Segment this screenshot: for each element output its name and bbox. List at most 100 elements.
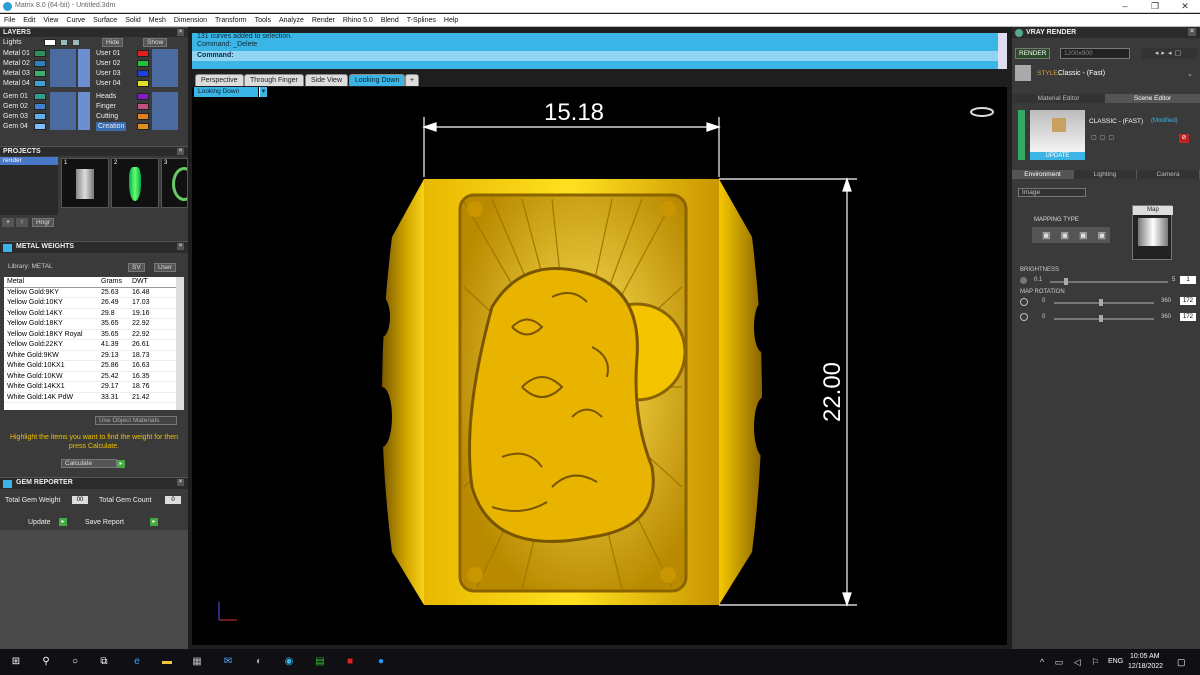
style-dropdown[interactable]: Classic - (Fast) xyxy=(1058,70,1105,77)
menu-transform[interactable]: Transform xyxy=(211,14,251,27)
layer-user-01[interactable]: User 01 xyxy=(96,49,121,58)
eye-icon[interactable] xyxy=(72,39,80,46)
hinge-button[interactable]: Hngr xyxy=(32,218,55,227)
preset-tab-strip[interactable] xyxy=(1018,110,1025,160)
slider-handle[interactable] xyxy=(1064,278,1068,285)
layer-swatch[interactable] xyxy=(34,103,46,110)
file-explorer-icon[interactable]: ▬ xyxy=(160,655,174,669)
close-icon[interactable]: ✕ xyxy=(1170,0,1200,13)
add-tab-icon[interactable]: + xyxy=(405,74,420,86)
project-item-render[interactable]: render xyxy=(0,157,58,165)
render-tools-icons[interactable]: ◂▸◂▢ xyxy=(1142,48,1197,59)
menu-mesh[interactable]: Mesh xyxy=(145,14,170,27)
layer-swatch[interactable] xyxy=(34,80,46,87)
layer-user-03[interactable]: User 03 xyxy=(96,69,121,78)
hide-button[interactable]: Hide xyxy=(102,38,124,47)
clock-date[interactable]: 12/18/2022 xyxy=(1128,663,1163,670)
zoom-icon[interactable]: ● xyxy=(374,655,388,669)
layer-controls-parts[interactable] xyxy=(152,92,178,130)
tab-scene-editor[interactable]: Scene Editor xyxy=(1106,94,1200,103)
layer-gem-04[interactable]: Gem 04 xyxy=(3,122,28,131)
table-row[interactable]: Yellow Gold:14KY 29.8 19.16 xyxy=(4,309,184,319)
matrix-app-icon[interactable]: ◉ xyxy=(282,655,296,669)
project-thumb-2[interactable]: 2 xyxy=(111,158,159,208)
table-row[interactable]: Yellow Gold:18KY Royal 35.65 22.92 xyxy=(4,330,184,340)
add-project-button[interactable]: + xyxy=(2,218,14,227)
layer-gem-02[interactable]: Gem 02 xyxy=(3,102,28,111)
menu-curve[interactable]: Curve xyxy=(62,14,89,27)
close-icon[interactable]: × xyxy=(177,29,184,36)
tab-environment[interactable]: Environment xyxy=(1012,170,1074,179)
total-gem-count-field[interactable]: 0 xyxy=(165,496,181,504)
layer-swatch[interactable] xyxy=(137,113,149,120)
store-icon[interactable]: ▦ xyxy=(190,655,204,669)
rotation-1-field[interactable]: 172 xyxy=(1180,297,1196,305)
update-button[interactable]: UPDATE xyxy=(1030,152,1085,160)
layer-swatch[interactable] xyxy=(34,93,46,100)
menu-dimension[interactable]: Dimension xyxy=(170,14,211,27)
close-icon[interactable]: × xyxy=(177,148,184,155)
cortana-icon[interactable]: ○ xyxy=(68,655,82,669)
layer-controls-metal[interactable] xyxy=(50,49,76,87)
table-row[interactable]: White Gold:14KX1 29.17 18.76 xyxy=(4,382,184,393)
chevron-down-icon[interactable]: ⌄ xyxy=(1187,70,1193,78)
layer-user-02[interactable]: User 02 xyxy=(96,59,121,68)
table-row[interactable]: White Gold:14K PdW 33.31 21.42 xyxy=(4,393,184,403)
map-thumb[interactable]: Map xyxy=(1132,205,1173,260)
brightness-field[interactable]: 1 xyxy=(1180,276,1196,284)
layer-creation[interactable]: Creation xyxy=(96,122,127,131)
view-cube-icon[interactable] xyxy=(970,107,994,117)
search-icon[interactable]: ⚲ xyxy=(39,655,53,669)
viewport[interactable]: 15.18 22.00 xyxy=(192,87,1007,645)
brightness-slider[interactable] xyxy=(1050,278,1168,285)
close-icon[interactable]: × xyxy=(177,479,184,486)
tab-perspective[interactable]: Perspective xyxy=(195,74,244,86)
sv-button[interactable]: SV xyxy=(128,263,145,272)
mapping-type-icons[interactable]: ▣▣▣▣ xyxy=(1032,227,1110,243)
save-report-button[interactable]: Save Report xyxy=(85,518,124,527)
layer-metal-04[interactable]: Metal 04 xyxy=(3,79,30,88)
layer-controls-gem[interactable] xyxy=(50,92,76,130)
lock-icon[interactable] xyxy=(60,39,68,46)
menu-help[interactable]: Help xyxy=(440,14,462,27)
render-button[interactable]: RENDER xyxy=(1015,48,1051,59)
layer-metal-02[interactable]: Metal 02 xyxy=(3,59,30,68)
tab-material-editor[interactable]: Material Editor xyxy=(1012,94,1106,103)
menu-file[interactable]: File xyxy=(0,14,19,27)
rhino-icon[interactable]: ◐ xyxy=(252,655,266,669)
update-go-icon[interactable]: ▸ xyxy=(59,518,67,526)
chevron-down-icon[interactable]: ▾ xyxy=(259,87,267,97)
table-row[interactable]: White Gold:10KW 25.42 16.35 xyxy=(4,372,184,382)
layer-controls-user[interactable] xyxy=(152,49,178,87)
maximize-icon[interactable]: ❐ xyxy=(1140,0,1170,13)
menu-render[interactable]: Render xyxy=(308,14,339,27)
view-dropdown[interactable]: Looking Down ▾ xyxy=(194,87,267,97)
layer-swatch[interactable] xyxy=(137,93,149,100)
remove-icon[interactable]: ⊘ xyxy=(1179,134,1189,143)
update-button[interactable]: Update xyxy=(28,518,51,527)
menu-blend[interactable]: Blend xyxy=(377,14,403,27)
menu-rhino[interactable]: Rhino 5.0 xyxy=(339,14,377,27)
close-icon[interactable]: × xyxy=(1188,28,1196,36)
layer-swatch[interactable] xyxy=(137,50,149,57)
total-gem-weight-field[interactable]: 00 xyxy=(72,496,88,504)
layer-swatch[interactable] xyxy=(44,39,56,46)
menu-surface[interactable]: Surface xyxy=(89,14,121,27)
tray-icons[interactable]: ^ ▭ ◁ ⚐ xyxy=(1040,657,1103,668)
task-view-icon[interactable]: ⧉ xyxy=(97,655,111,669)
edge-icon[interactable]: e xyxy=(130,655,144,669)
layer-metal-03[interactable]: Metal 03 xyxy=(3,69,30,78)
tab-through-finger[interactable]: Through Finger xyxy=(244,74,304,86)
layer-swatch[interactable] xyxy=(137,60,149,67)
menu-tsplines[interactable]: T-Splines xyxy=(403,14,440,27)
layer-user-04[interactable]: User 04 xyxy=(96,79,121,88)
menu-edit[interactable]: Edit xyxy=(19,14,39,27)
layer-metal-01[interactable]: Metal 01 xyxy=(3,49,30,58)
table-scrollbar[interactable] xyxy=(176,277,184,410)
rotation-1-slider[interactable] xyxy=(1054,299,1154,306)
command-scrollbar[interactable] xyxy=(998,33,1007,69)
project-thumb-1[interactable]: 1 xyxy=(61,158,109,208)
up-arrow-icon[interactable]: ↑ xyxy=(16,218,28,227)
layer-select-gem[interactable] xyxy=(78,92,90,130)
calculate-button[interactable]: Calculate xyxy=(61,459,117,468)
